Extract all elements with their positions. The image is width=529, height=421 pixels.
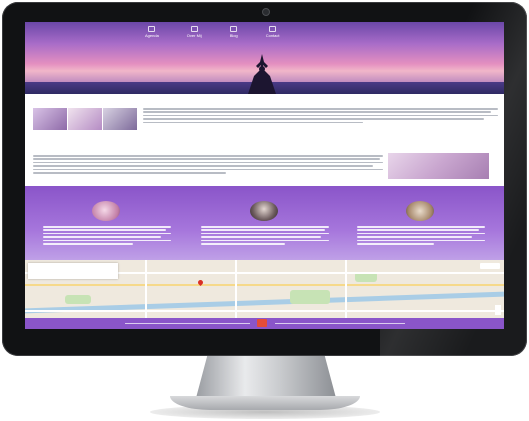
offering-column: [37, 186, 177, 260]
calendar-icon: [148, 26, 156, 32]
park-area: [355, 272, 377, 282]
park-area: [65, 295, 91, 304]
road: [25, 310, 504, 312]
nav-label: Over Mij: [186, 33, 202, 38]
column-text: [43, 226, 171, 246]
photo: [33, 108, 67, 130]
instructor-photo: [250, 201, 278, 221]
mail-icon: [269, 26, 277, 32]
offering-column: [351, 186, 491, 260]
map-view-toggle[interactable]: [480, 263, 500, 269]
blog-icon: [230, 26, 238, 32]
nav-label: Agenda: [145, 33, 159, 38]
highway: [25, 284, 504, 286]
photo: [68, 108, 102, 130]
zoom-controls[interactable]: [495, 305, 501, 315]
nav-item-over-mij[interactable]: Over Mij: [187, 26, 202, 38]
hero-banner: Agenda Over Mij Blog Contact: [25, 22, 504, 94]
offering-image: [92, 201, 120, 221]
about-text: [33, 155, 383, 175]
yoga-silhouette: [248, 54, 276, 94]
monitor-base: [170, 396, 360, 410]
monitor-screen: Agenda Over Mij Blog Contact: [25, 22, 504, 329]
user-icon: [190, 26, 198, 32]
park-area: [290, 290, 330, 304]
about-section: [25, 146, 504, 186]
footer: [25, 318, 504, 329]
intro-section: [25, 94, 504, 146]
yoga-class-photos: [33, 108, 137, 130]
photo: [103, 108, 137, 130]
intro-text: [143, 108, 498, 125]
column-text: [357, 226, 485, 246]
monitor-stand: [196, 356, 336, 398]
nav-item-blog[interactable]: Blog: [230, 26, 238, 38]
social-badge-icon[interactable]: [257, 319, 267, 327]
nav-label: Blog: [229, 33, 238, 38]
nav-item-contact[interactable]: Contact: [266, 26, 280, 38]
top-nav: Agenda Over Mij Blog Contact: [145, 26, 280, 38]
webcam: [262, 8, 270, 16]
map-info-card: [28, 263, 118, 279]
embedded-map[interactable]: [25, 260, 504, 318]
offering-column: [195, 186, 335, 260]
offering-image: [406, 201, 434, 221]
nav-item-agenda[interactable]: Agenda: [145, 26, 159, 38]
meditation-photo: [388, 153, 489, 179]
nav-label: Contact: [265, 33, 280, 38]
column-text: [201, 226, 329, 246]
offerings-band: [25, 186, 504, 260]
